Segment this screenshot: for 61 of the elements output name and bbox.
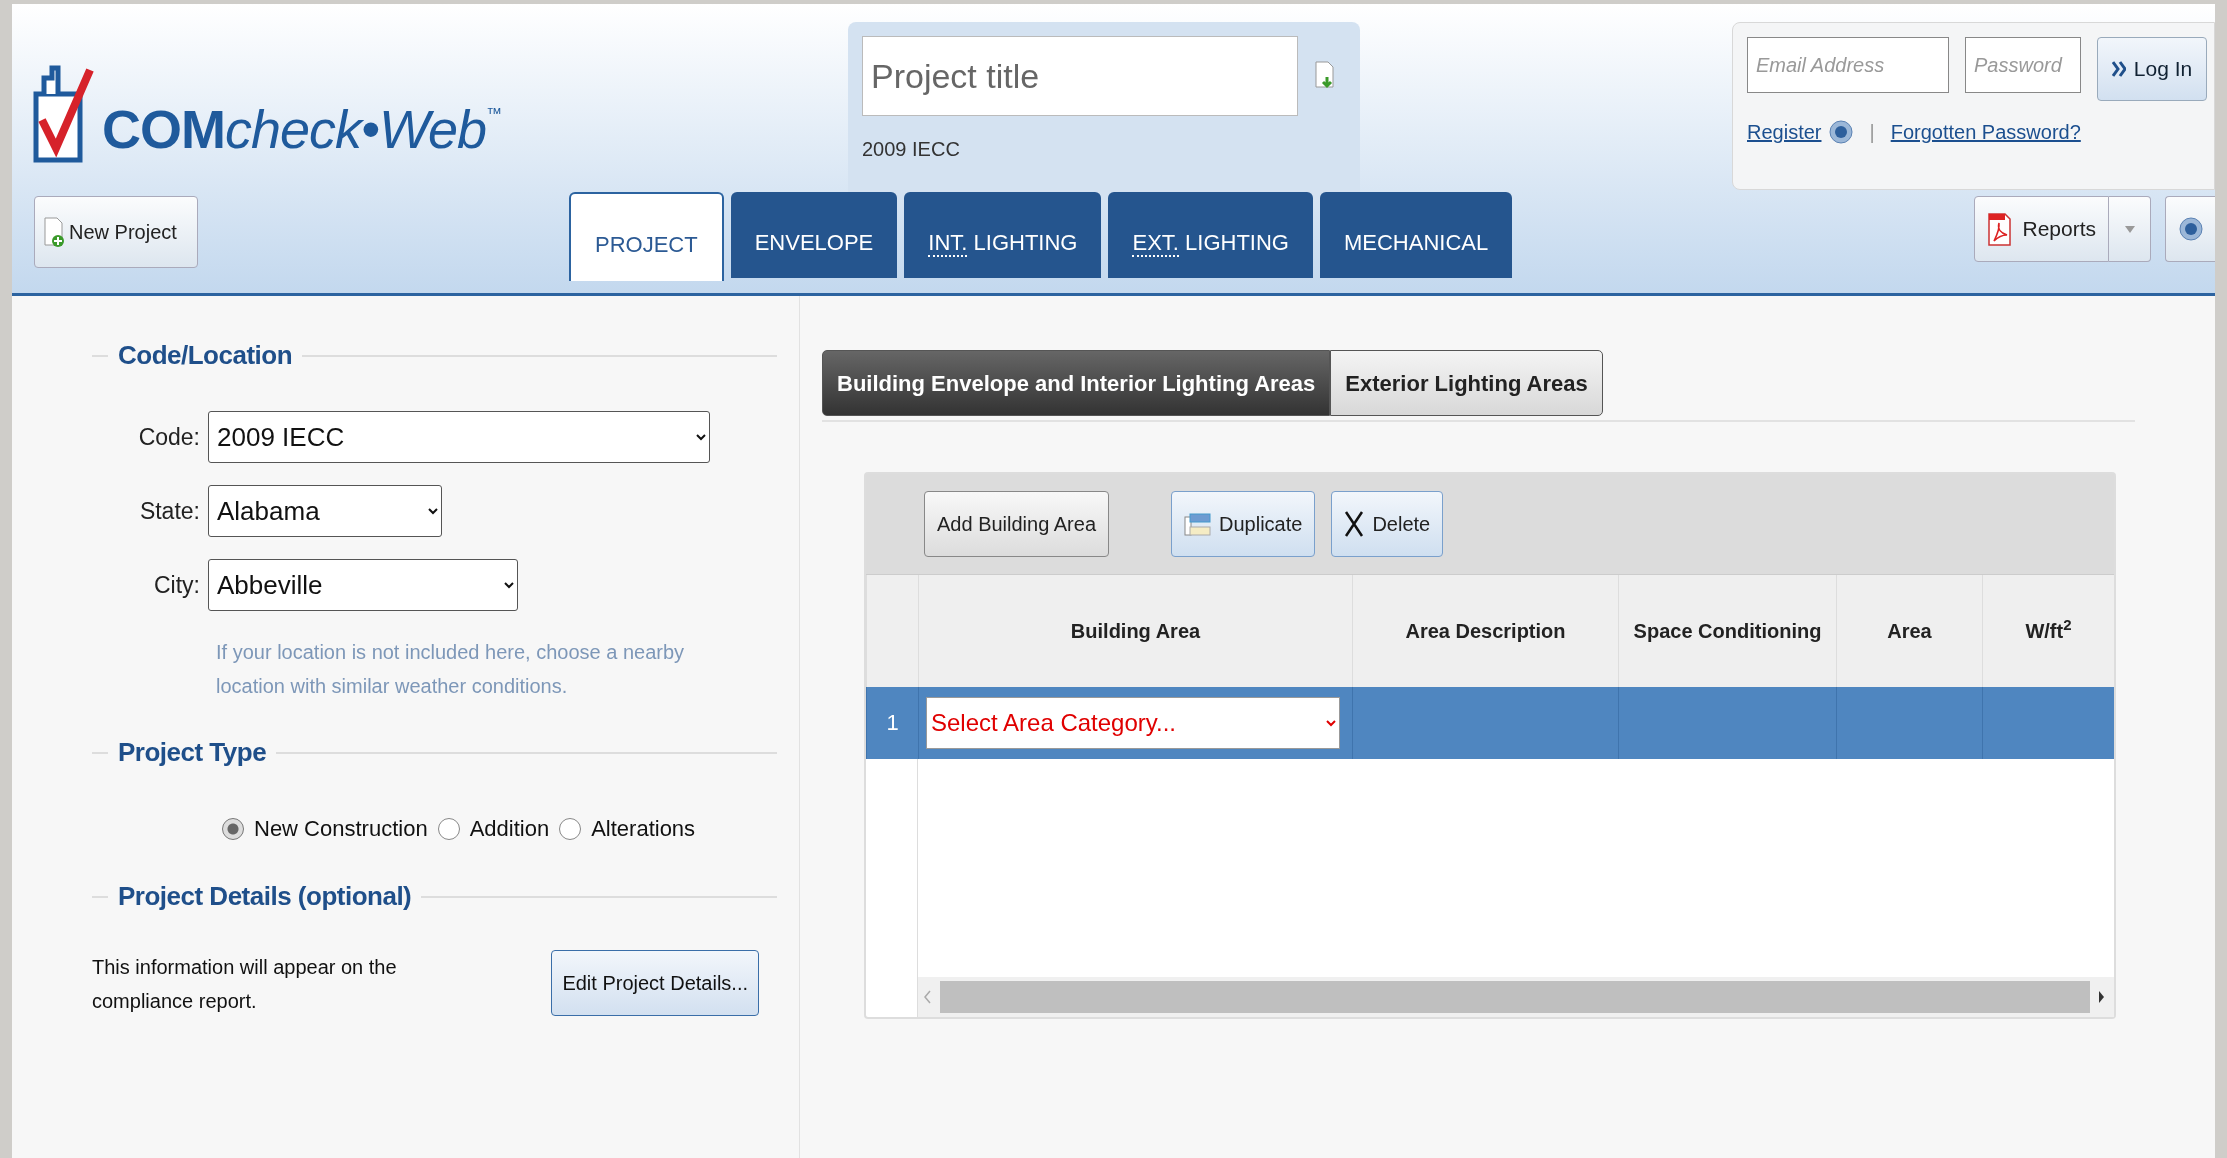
- radio-label[interactable]: New Construction: [254, 812, 428, 845]
- password-field[interactable]: Password: [1965, 37, 2081, 93]
- new-project-button[interactable]: New Project: [34, 196, 198, 268]
- code-text: 2009 IECC: [862, 137, 961, 162]
- scroll-right-icon: [2098, 989, 2106, 1004]
- area-category-select[interactable]: Select Area Category...: [926, 696, 1340, 749]
- forgotten-password-link[interactable]: Forgotten Password?: [1890, 117, 2081, 147]
- pdf-icon: [1987, 212, 2013, 246]
- save-file-icon: [1314, 61, 1336, 91]
- add-button[interactable]: Add Building Area: [924, 491, 1109, 557]
- close-icon: [1344, 510, 1365, 538]
- radio-button[interactable]: [437, 817, 460, 840]
- nav-tab[interactable]: ENVELOPE: [730, 192, 898, 278]
- info-text: This information will appear on the compliance report.: [92, 955, 398, 1014]
- dropdown-toggle-button[interactable]: [2109, 196, 2151, 262]
- hint-text: If your location is not included here, choose a nearby location with similar weather conditions.: [216, 640, 686, 699]
- section-heading: Code/Location: [118, 339, 293, 372]
- section-heading: Project Type: [118, 736, 267, 769]
- nav-tab[interactable]: PROJECT: [569, 192, 724, 281]
- area-tab[interactable]: Building Envelope and Interior Lighting Areas: [822, 350, 1331, 416]
- reports-button[interactable]: Reports: [1974, 196, 2109, 262]
- column-header: Area: [1836, 574, 1983, 687]
- login-button[interactable]: Log In: [2097, 37, 2207, 101]
- column-header: Area Description: [1352, 574, 1619, 687]
- column-header: W/ft$^{2}$: [1982, 574, 2114, 687]
- radio-label[interactable]: Alterations: [591, 812, 696, 845]
- dropdown-field[interactable]: 2009 IECC: [208, 411, 710, 463]
- logo-text: COMcheck•Web: [102, 99, 486, 159]
- caret-icon: [2123, 225, 2136, 235]
- separator-text: |: [1869, 120, 1875, 145]
- section-heading: Project Details (optional): [118, 880, 412, 913]
- area-tab[interactable]: Exterior Lighting Areas: [1330, 350, 1603, 416]
- dropdown-field[interactable]: Alabama: [208, 485, 442, 537]
- field-label: Code:: [137, 422, 201, 452]
- column-header: Building Area: [918, 574, 1353, 687]
- help-icon: [1829, 120, 1854, 144]
- edit-details-button[interactable]: Edit Project Details...: [551, 950, 759, 1016]
- double-chevron-icon: [2111, 60, 2126, 78]
- register-link[interactable]: Register: [1747, 117, 1822, 147]
- radio-button[interactable]: [222, 817, 244, 840]
- help-button[interactable]: [2165, 196, 2215, 262]
- new-file-icon: [43, 216, 65, 248]
- nav-tab[interactable]: MECHANICAL: [1319, 192, 1513, 278]
- delete-button[interactable]: Delete: [1331, 491, 1444, 557]
- email-field[interactable]: Email Address: [1747, 37, 1949, 93]
- horizontal-scrollbar[interactable]: [918, 976, 2114, 1017]
- field-label: State:: [138, 496, 201, 526]
- radio-label[interactable]: Addition: [469, 812, 550, 845]
- dropdown-field[interactable]: Abbeville: [208, 559, 518, 611]
- nav-tab[interactable]: EXT. LIGHTING: [1108, 192, 1313, 278]
- row-number: 1: [866, 686, 919, 759]
- copy-icon: [1184, 512, 1211, 536]
- scroll-left-icon: [924, 989, 932, 1004]
- nav-tab[interactable]: INT. LIGHTING: [904, 192, 1102, 278]
- project-title-field[interactable]: Project title: [862, 36, 1298, 116]
- duplicate-button[interactable]: Duplicate: [1171, 491, 1316, 557]
- radio-button[interactable]: [559, 817, 582, 840]
- trademark-mark: ™: [486, 105, 502, 122]
- column-header: Space Conditioning: [1618, 574, 1837, 687]
- field-label: City:: [153, 570, 201, 600]
- help-icon: [2178, 217, 2203, 242]
